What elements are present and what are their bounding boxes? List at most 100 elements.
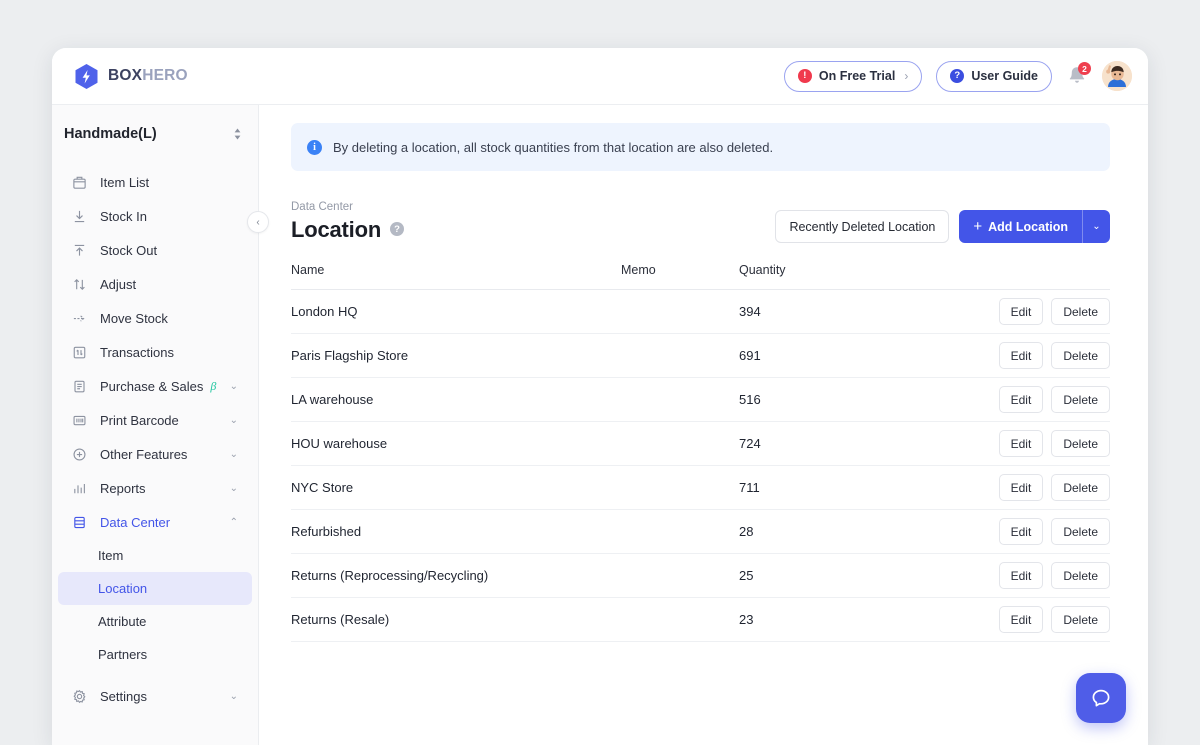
workspace-name: Handmade(L)	[64, 126, 157, 142]
user-avatar[interactable]	[1102, 61, 1132, 91]
sidebar-item-other-features[interactable]: Other Features ⌄	[58, 437, 252, 471]
edit-button[interactable]: Edit	[999, 342, 1044, 369]
delete-button[interactable]: Delete	[1051, 386, 1110, 413]
row-action-buttons: Edit Delete	[979, 298, 1110, 325]
arrow-up-icon	[70, 243, 88, 258]
brand-logo[interactable]: BOXHERO	[74, 63, 188, 90]
barcode-icon	[70, 413, 88, 428]
chevron-left-icon: ‹	[256, 217, 259, 228]
sidebar-item-reports[interactable]: Reports ⌄	[58, 471, 252, 505]
free-trial-button[interactable]: ! On Free Trial ›	[784, 61, 922, 92]
edit-button[interactable]: Edit	[999, 562, 1044, 589]
table-row: HOU warehouse724EditDelete	[291, 422, 1110, 466]
add-location-dropdown-toggle[interactable]: ⌄	[1082, 210, 1110, 243]
cell-memo	[621, 598, 739, 642]
database-icon	[70, 515, 88, 530]
edit-button[interactable]: Edit	[999, 430, 1044, 457]
free-trial-label: On Free Trial	[819, 69, 895, 83]
brand-text-box: BOX	[108, 67, 142, 84]
sidebar-label: Stock Out	[100, 243, 157, 258]
sidebar-subitem-item[interactable]: Item	[58, 539, 252, 572]
plus-icon: +	[973, 219, 982, 234]
workspace-updown-icon	[233, 127, 242, 141]
edit-button[interactable]: Edit	[999, 606, 1044, 633]
locations-table: Name Memo Quantity London HQ394EditDelet…	[291, 263, 1110, 642]
recently-deleted-location-button[interactable]: Recently Deleted Location	[775, 210, 949, 243]
notification-count-badge: 2	[1078, 62, 1091, 75]
transactions-icon	[70, 345, 88, 360]
chat-support-button[interactable]	[1076, 673, 1126, 723]
row-action-buttons: Edit Delete	[979, 518, 1110, 545]
info-banner-text: By deleting a location, all stock quanti…	[333, 140, 773, 155]
column-header-memo: Memo	[621, 263, 739, 290]
sidebar-collapse-button[interactable]: ‹	[247, 211, 269, 233]
add-location-main[interactable]: + Add Location	[959, 210, 1082, 243]
sidebar-sublabel: Attribute	[98, 614, 146, 629]
sidebar-sublabel: Location	[98, 581, 147, 596]
sidebar-item-stock-out[interactable]: Stock Out	[58, 233, 252, 267]
sidebar-label: Transactions	[100, 345, 174, 360]
sidebar-item-transactions[interactable]: Transactions	[58, 335, 252, 369]
box-icon	[70, 175, 88, 190]
sidebar-item-item-list[interactable]: Item List	[58, 165, 252, 199]
question-badge-icon: ?	[950, 69, 964, 83]
user-guide-button[interactable]: ? User Guide	[936, 61, 1052, 92]
plus-circle-icon	[70, 447, 88, 462]
delete-button[interactable]: Delete	[1051, 562, 1110, 589]
cell-actions: Edit Delete	[979, 466, 1110, 510]
chevron-down-icon: ⌄	[230, 449, 238, 460]
cell-name: Returns (Resale)	[291, 598, 621, 642]
cell-name: Returns (Reprocessing/Recycling)	[291, 554, 621, 598]
workspace-selector[interactable]: Handmade(L)	[52, 111, 258, 157]
chevron-right-icon: ›	[904, 69, 908, 83]
sidebar-item-purchase-and-sales[interactable]: Purchase & Sales β ⌄	[58, 369, 252, 403]
row-action-buttons: Edit Delete	[979, 606, 1110, 633]
table-row: Returns (Reprocessing/Recycling) 25 Edit De…	[291, 554, 1110, 598]
notifications-button[interactable]: 2	[1066, 64, 1088, 88]
row-action-buttons: Edit Delete	[979, 430, 1110, 457]
sidebar-subitem-partners[interactable]: Partners	[58, 638, 252, 671]
delete-button[interactable]: Delete	[1051, 606, 1110, 633]
page-title: Location	[291, 217, 381, 243]
table-row: LA warehouse516EditDelete	[291, 378, 1110, 422]
delete-button[interactable]: Delete	[1051, 518, 1110, 545]
alert-badge-icon: !	[798, 69, 812, 83]
delete-button[interactable]: Delete	[1051, 430, 1110, 457]
cell-quantity: 25	[739, 554, 979, 598]
sidebar-item-adjust[interactable]: Adjust	[58, 267, 252, 301]
cell-actions: Edit Delete	[979, 378, 1110, 422]
sidebar-item-stock-in[interactable]: Stock In	[58, 199, 252, 233]
arrows-updown-icon	[70, 277, 88, 292]
edit-button[interactable]: Edit	[999, 298, 1044, 325]
delete-button[interactable]: Delete	[1051, 474, 1110, 501]
edit-button[interactable]: Edit	[999, 518, 1044, 545]
sidebar-subitem-location[interactable]: Location	[58, 572, 252, 605]
column-header-name: Name	[291, 263, 621, 290]
edit-button[interactable]: Edit	[999, 386, 1044, 413]
cell-quantity: 28	[739, 510, 979, 554]
page-actions: Recently Deleted Location + Add Location…	[775, 210, 1110, 243]
column-header-quantity: Quantity	[739, 263, 979, 290]
page-header: Data Center Location ? Recently Deleted …	[291, 201, 1110, 243]
main-content: i By deleting a location, all stock quan…	[259, 105, 1148, 745]
row-action-buttons: Edit Delete	[979, 562, 1110, 589]
sidebar-item-data-center[interactable]: Data Center ⌃	[58, 505, 252, 539]
cell-actions: Edit Delete	[979, 334, 1110, 378]
delete-button[interactable]: Delete	[1051, 342, 1110, 369]
sidebar-item-move-stock[interactable]: Move Stock	[58, 301, 252, 335]
table-head: Name Memo Quantity	[291, 263, 1110, 290]
cell-quantity: 23	[739, 598, 979, 642]
breadcrumb: Data Center	[291, 201, 404, 213]
delete-button[interactable]: Delete	[1051, 298, 1110, 325]
cell-actions: Edit Delete	[979, 422, 1110, 466]
sidebar-subitem-attribute[interactable]: Attribute	[58, 605, 252, 638]
page-title-block: Data Center Location ?	[291, 201, 404, 243]
cell-name: London HQ	[291, 290, 621, 334]
sidebar-label: Purchase & Sales	[100, 379, 203, 394]
cell-name: HOU warehouse	[291, 422, 621, 466]
help-icon[interactable]: ?	[390, 222, 404, 236]
sidebar-item-print-barcode[interactable]: Print Barcode ⌄	[58, 403, 252, 437]
sidebar-item-settings[interactable]: Settings ⌄	[58, 679, 252, 713]
add-location-button[interactable]: + Add Location ⌄	[959, 210, 1110, 243]
edit-button[interactable]: Edit	[999, 474, 1044, 501]
